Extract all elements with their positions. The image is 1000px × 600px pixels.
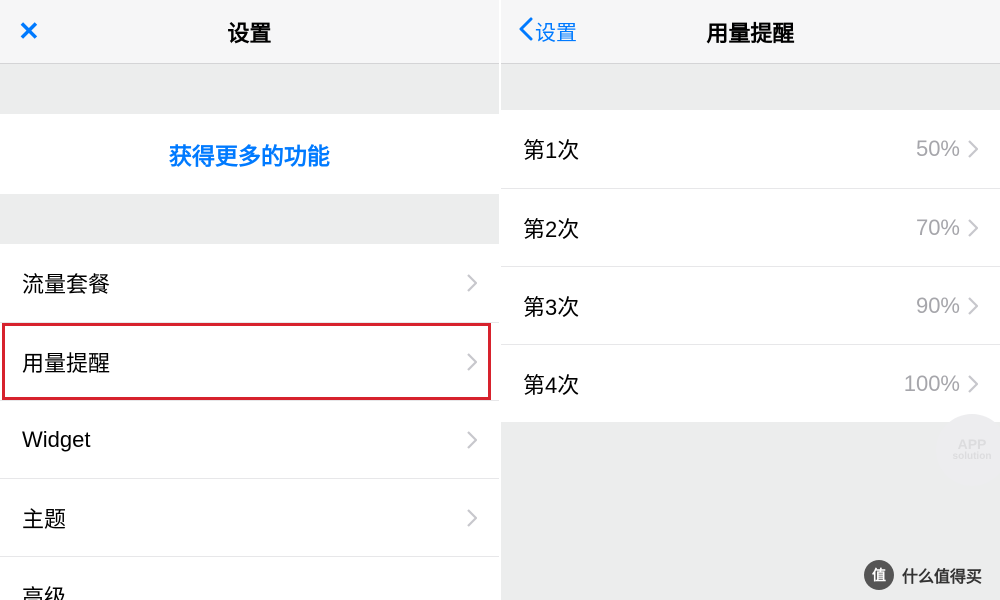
app-solution-badge: APP solution bbox=[936, 414, 1000, 486]
chevron-right-icon bbox=[467, 353, 477, 371]
more-features-button[interactable]: 获得更多的功能 bbox=[0, 114, 499, 194]
section-gap bbox=[501, 64, 1000, 110]
chevron-right-icon bbox=[467, 274, 477, 292]
alert-group: 第1次 50% 第2次 70% 第3次 90% bbox=[501, 110, 1000, 422]
left-navbar: ✕ 设置 bbox=[0, 0, 499, 64]
watermark-badge-icon: 值 bbox=[864, 560, 894, 590]
app-badge-line2: solution bbox=[953, 452, 992, 463]
settings-row-theme[interactable]: 主题 bbox=[0, 478, 499, 556]
row-label: 高级 bbox=[22, 580, 477, 600]
chevron-right-icon bbox=[968, 140, 978, 158]
alert-row-4[interactable]: 第4次 100% bbox=[501, 344, 1000, 422]
left-nav-title: 设置 bbox=[0, 16, 499, 48]
settings-row-widget[interactable]: Widget bbox=[0, 400, 499, 478]
row-value: 50% bbox=[916, 136, 960, 162]
right-screen: 设置 用量提醒 第1次 50% 第2次 70% 第3次 9 bbox=[499, 0, 1000, 600]
alert-row-1[interactable]: 第1次 50% bbox=[501, 110, 1000, 188]
settings-row-advanced[interactable]: 高级 bbox=[0, 556, 499, 600]
settings-row-data-plan[interactable]: 流量套餐 bbox=[0, 244, 499, 322]
chevron-right-icon bbox=[968, 297, 978, 315]
more-features-label: 获得更多的功能 bbox=[169, 137, 330, 171]
left-screen: ✕ 设置 获得更多的功能 流量套餐 用量提醒 bbox=[0, 0, 499, 600]
chevron-right-icon bbox=[968, 219, 978, 237]
app-badge-line1: APP bbox=[958, 437, 987, 452]
settings-group: 流量套餐 用量提醒 Widget 主题 bbox=[0, 244, 499, 600]
row-value: 100% bbox=[904, 371, 960, 397]
section-gap bbox=[0, 194, 499, 244]
section-gap bbox=[0, 64, 499, 114]
watermark-text: 什么值得买 bbox=[902, 563, 982, 587]
chevron-right-icon bbox=[968, 375, 978, 393]
settings-row-usage-alert[interactable]: 用量提醒 bbox=[0, 322, 499, 400]
row-value: 90% bbox=[916, 293, 960, 319]
row-label: 第4次 bbox=[523, 368, 904, 400]
alert-row-3[interactable]: 第3次 90% bbox=[501, 266, 1000, 344]
row-label: 主题 bbox=[22, 502, 467, 534]
close-icon: ✕ bbox=[18, 16, 40, 47]
back-button[interactable]: 设置 bbox=[501, 17, 577, 47]
chevron-left-icon bbox=[519, 17, 533, 46]
row-value: 70% bbox=[916, 215, 960, 241]
back-label: 设置 bbox=[535, 17, 577, 47]
watermark: 值 什么值得买 bbox=[864, 560, 982, 590]
row-label: 流量套餐 bbox=[22, 267, 467, 299]
row-label: Widget bbox=[22, 427, 467, 453]
chevron-right-icon bbox=[467, 509, 477, 527]
close-button[interactable]: ✕ bbox=[0, 16, 40, 47]
row-label: 用量提醒 bbox=[22, 346, 467, 378]
chevron-right-icon bbox=[467, 431, 477, 449]
alert-row-2[interactable]: 第2次 70% bbox=[501, 188, 1000, 266]
right-navbar: 设置 用量提醒 bbox=[501, 0, 1000, 64]
row-label: 第2次 bbox=[523, 212, 916, 244]
row-label: 第1次 bbox=[523, 133, 916, 165]
row-label: 第3次 bbox=[523, 290, 916, 322]
